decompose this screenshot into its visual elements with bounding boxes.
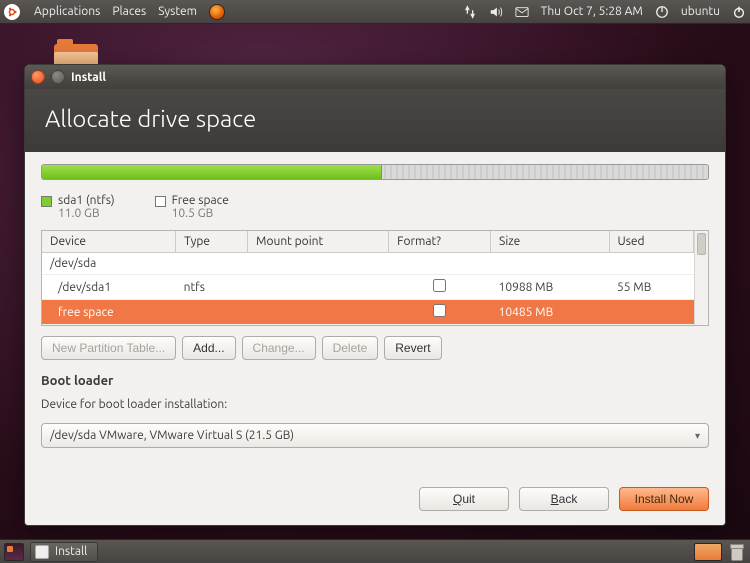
cell-format (389, 300, 491, 325)
col-device[interactable]: Device (42, 231, 176, 253)
volume-icon[interactable] (489, 5, 503, 19)
top-panel: Applications Places System Thu Oct 7, 5:… (0, 0, 750, 24)
cell-size: 10485 MB (491, 300, 609, 325)
cell-mount (248, 275, 389, 300)
bootloader-device-value: /dev/sda VMware, VMware Virtual S (21.5 … (50, 429, 294, 442)
wizard-footer: Quit Back Install Now (41, 487, 709, 511)
window-minimize-button[interactable] (51, 70, 65, 84)
back-button[interactable]: Back (519, 487, 609, 511)
clock[interactable]: Thu Oct 7, 5:28 AM (541, 5, 643, 18)
add-partition-button[interactable]: Add... (182, 336, 235, 360)
window-titlebar[interactable]: Install (25, 65, 725, 89)
mail-icon[interactable] (515, 5, 529, 19)
bootloader-heading: Boot loader (41, 374, 709, 388)
cell-format (389, 253, 491, 275)
cell-type (176, 253, 248, 275)
partition-actions: New Partition Table... Add... Change... … (41, 336, 709, 360)
col-type[interactable]: Type (176, 231, 248, 253)
drive-segment-sda1[interactable] (42, 165, 382, 179)
workspace-switcher[interactable] (694, 543, 722, 561)
table-header-row: Device Type Mount point Format? Size Use… (42, 231, 694, 253)
delete-partition-button[interactable]: Delete (322, 336, 379, 360)
ubuntu-logo-icon[interactable] (4, 4, 20, 20)
cell-size (491, 253, 609, 275)
table-scrollbar[interactable] (694, 231, 708, 325)
cell-mount (248, 253, 389, 275)
legend-size: 10.5 GB (172, 207, 229, 220)
window-title: Install (71, 71, 106, 84)
legend-item-free: Free space 10.5 GB (155, 194, 229, 220)
table-row[interactable]: /dev/sda (42, 253, 694, 275)
legend-label: sda1 (ntfs) (58, 194, 115, 207)
table-row[interactable]: free space 10485 MB (42, 300, 694, 325)
app-icon (35, 545, 49, 559)
cell-used (609, 253, 693, 275)
cell-device: free space (42, 300, 176, 325)
bootloader-label: Device for boot loader installation: (41, 398, 709, 411)
page-title: Allocate drive space (25, 89, 725, 152)
taskbar-item-label: Install (55, 545, 87, 558)
menu-applications[interactable]: Applications (28, 5, 106, 18)
window-close-button[interactable] (31, 70, 45, 84)
cell-used (609, 300, 693, 325)
menu-places[interactable]: Places (106, 5, 152, 18)
change-partition-button[interactable]: Change... (242, 336, 316, 360)
partition-table[interactable]: Device Type Mount point Format? Size Use… (41, 230, 709, 326)
cell-device: /dev/sda1 (42, 275, 176, 300)
cell-type: ntfs (176, 275, 248, 300)
taskbar-item-install[interactable]: Install (30, 542, 98, 562)
cell-device: /dev/sda (42, 253, 176, 275)
install-now-button[interactable]: Install Now (619, 487, 709, 511)
trash-icon[interactable] (728, 543, 746, 561)
cell-mount (248, 300, 389, 325)
install-window: Install Allocate drive space sda1 (ntfs)… (24, 64, 726, 526)
drive-legend: sda1 (ntfs) 11.0 GB Free space 10.5 GB (41, 194, 709, 220)
shutdown-icon[interactable] (732, 5, 746, 19)
system-tray: Thu Oct 7, 5:28 AM ubuntu (463, 5, 746, 19)
legend-swatch-icon (155, 196, 166, 207)
new-partition-table-button[interactable]: New Partition Table... (41, 336, 176, 360)
cell-format (389, 275, 491, 300)
chevron-down-icon: ▾ (695, 430, 700, 442)
revert-button[interactable]: Revert (384, 336, 441, 360)
legend-swatch-icon (41, 196, 52, 207)
drive-segment-free[interactable] (382, 165, 708, 179)
drive-usage-bar[interactable] (41, 164, 709, 180)
user-menu[interactable]: ubuntu (681, 5, 720, 18)
quit-button[interactable]: Quit (419, 487, 509, 511)
col-format[interactable]: Format? (389, 231, 491, 253)
legend-item-sda1: sda1 (ntfs) 11.0 GB (41, 194, 115, 220)
menu-system[interactable]: System (152, 5, 203, 18)
network-icon[interactable] (463, 5, 477, 19)
col-mount[interactable]: Mount point (248, 231, 389, 253)
firefox-icon[interactable] (209, 4, 225, 20)
bottom-panel: Install (0, 539, 750, 563)
legend-label: Free space (172, 194, 229, 207)
col-size[interactable]: Size (491, 231, 609, 253)
col-used[interactable]: Used (609, 231, 693, 253)
format-checkbox[interactable] (433, 304, 446, 317)
bootloader-device-combo[interactable]: /dev/sda VMware, VMware Virtual S (21.5 … (41, 423, 709, 448)
format-checkbox[interactable] (433, 279, 446, 292)
table-row[interactable]: /dev/sda1ntfs 10988 MB55 MB (42, 275, 694, 300)
show-desktop-button[interactable] (4, 543, 24, 561)
cell-used: 55 MB (609, 275, 693, 300)
session-icon[interactable] (655, 5, 669, 19)
legend-size: 11.0 GB (58, 207, 115, 220)
cell-size: 10988 MB (491, 275, 609, 300)
cell-type (176, 300, 248, 325)
